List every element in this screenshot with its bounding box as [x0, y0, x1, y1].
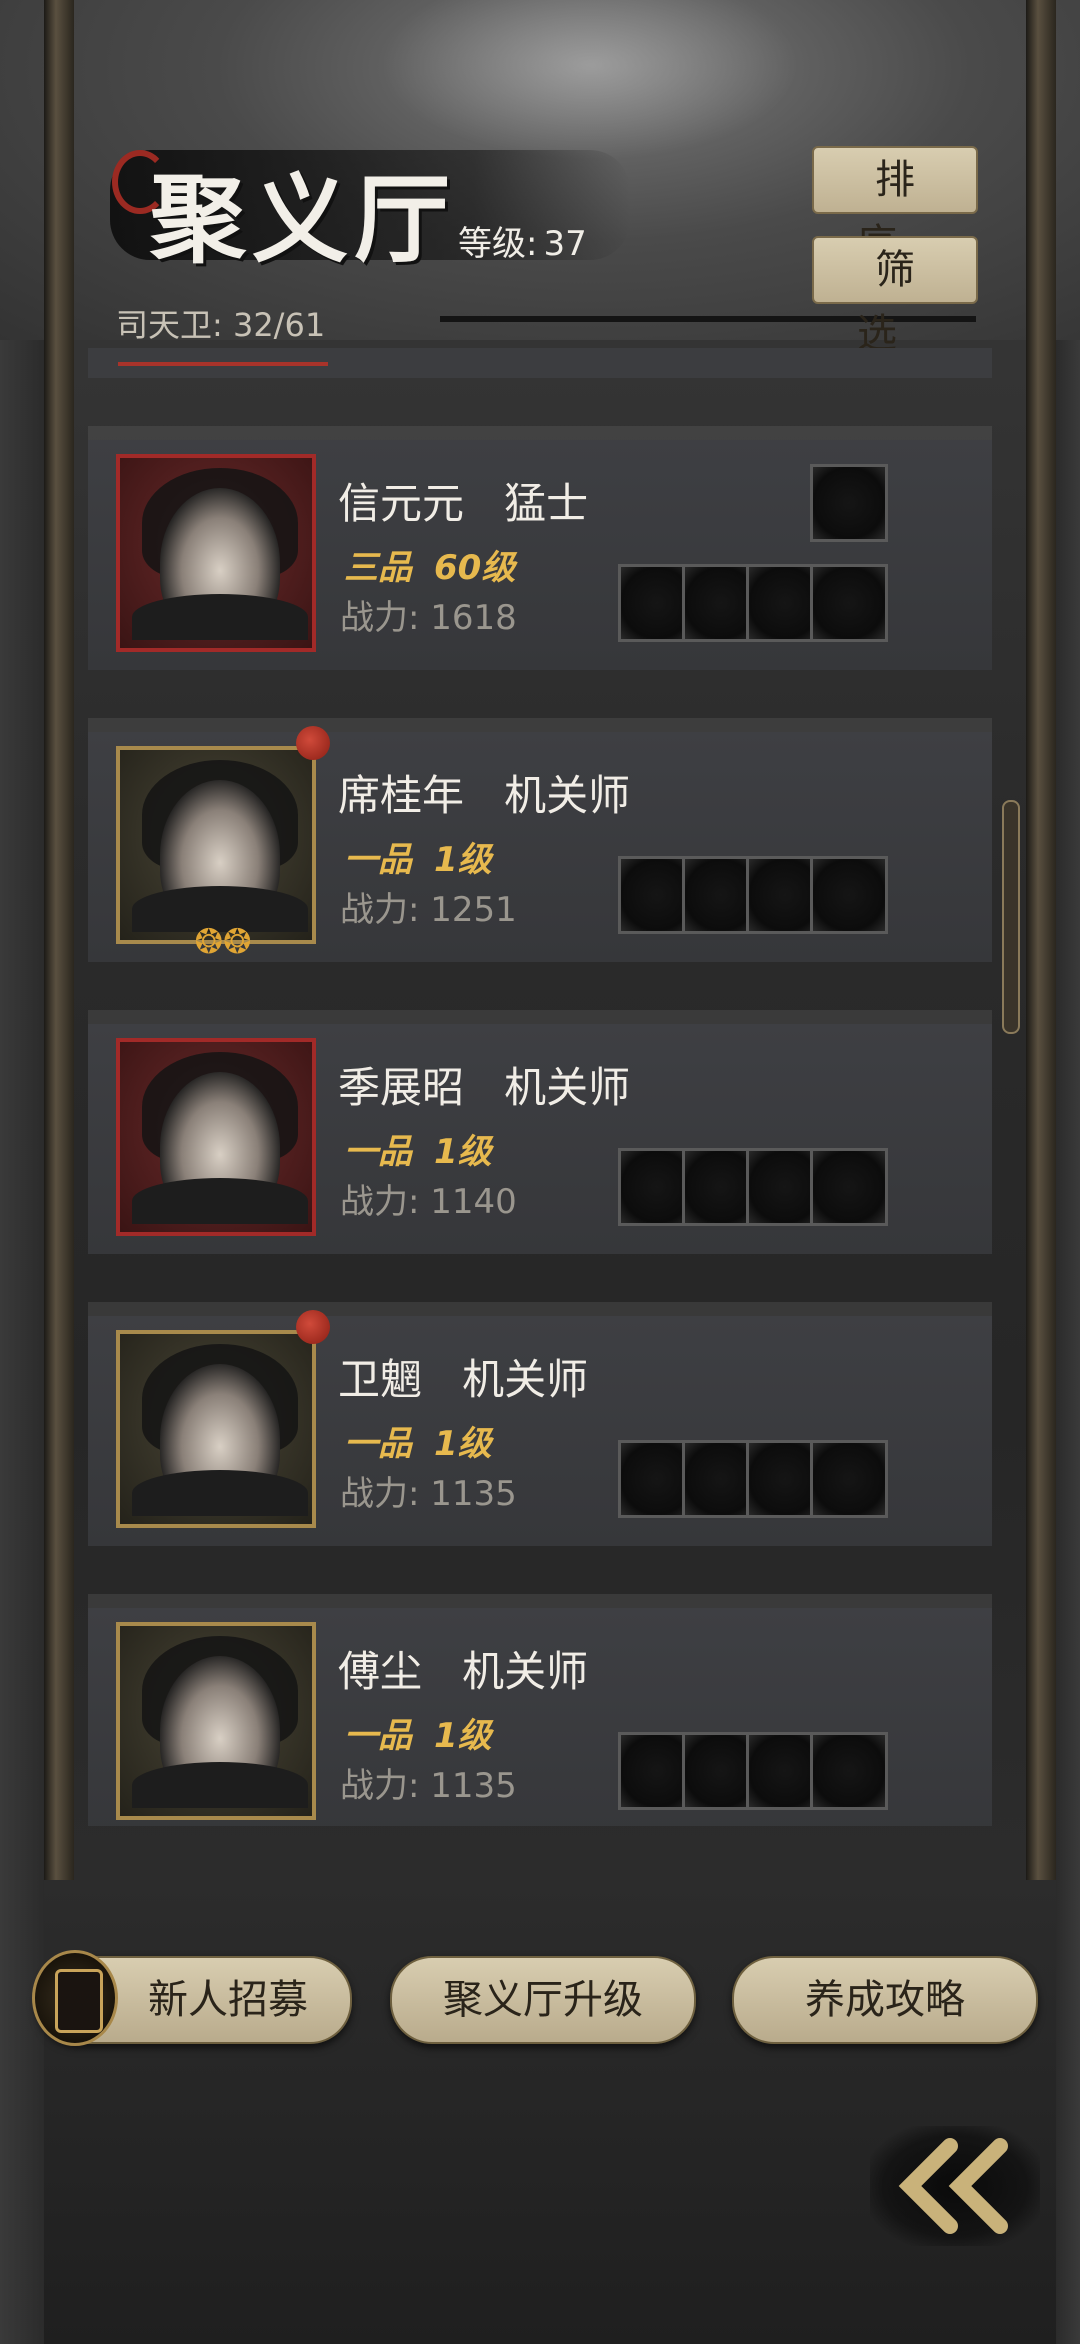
character-name: 季展昭 机关师: [338, 1054, 630, 1115]
hall-level: 等级: 37: [458, 216, 587, 265]
page-title: 聚义厅: [150, 163, 456, 276]
character-grade: 三品: [344, 548, 412, 588]
character-list[interactable]: 信元元 猛士 三品 60级 战力: 1618 席桂年 机关师 一品 1级 战力: 1251 ❂❂…: [88, 348, 992, 1826]
character-rank: 三品 60级: [344, 540, 515, 589]
character-power: 战力: 1135: [340, 1474, 517, 1514]
character-name-text: 卫魍: [338, 1355, 423, 1404]
character-name-text: 信元元: [338, 479, 465, 528]
character-rank: 一品 1级: [344, 832, 492, 881]
character-role: 机关师: [504, 1063, 631, 1112]
character-portrait[interactable]: [116, 1038, 316, 1236]
character-name: 卫魍 机关师: [338, 1346, 588, 1407]
character-grade: 一品: [344, 1716, 412, 1756]
character-power: 战力: 1135: [340, 1766, 517, 1806]
character-rank: 一品 1级: [344, 1708, 492, 1757]
character-role: 猛士: [504, 479, 589, 528]
guard-count: 司天卫: 32/61: [116, 306, 326, 344]
character-card[interactable]: 席桂年 机关师一品 1级战力: 1251 ❂❂: [88, 726, 992, 962]
equipment-slot[interactable]: [810, 564, 888, 642]
left-pillar: [44, 0, 74, 1880]
filter-button[interactable]: 筛选: [812, 236, 978, 357]
character-portrait[interactable]: [116, 1622, 316, 1820]
back-button[interactable]: [870, 2126, 1040, 2246]
character-portrait[interactable]: [116, 746, 316, 944]
character-role: 机关师: [504, 771, 631, 820]
character-level: 1级: [434, 1424, 492, 1464]
recruit-button-label: 新人招募: [148, 1977, 308, 2023]
guide-button[interactable]: 养成攻略: [732, 1956, 1038, 2044]
character-name-text: 季展昭: [338, 1063, 465, 1112]
notification-dot: [296, 726, 330, 760]
character-portrait[interactable]: [116, 454, 316, 652]
character-role: 机关师: [462, 1355, 589, 1404]
character-level: 1级: [434, 1716, 492, 1756]
character-grade: 一品: [344, 840, 412, 880]
equipment-slot[interactable]: [810, 464, 888, 542]
partial-card-frame: [118, 348, 328, 366]
character-card[interactable]: 季展昭 机关师一品 1级战力: 1140: [88, 1024, 992, 1254]
right-edge: [1056, 0, 1080, 2344]
character-name-text: 席桂年: [338, 771, 465, 820]
sort-button[interactable]: 排序: [812, 146, 978, 267]
character-level: 1级: [434, 840, 492, 880]
character-card[interactable]: 傅尘 机关师一品 1级战力: 1135: [88, 1608, 992, 1826]
character-role: 机关师: [462, 1647, 589, 1696]
hall-upgrade-button[interactable]: 聚义厅升级: [390, 1956, 696, 2044]
equipment-slot[interactable]: [810, 856, 888, 934]
character-name: 傅尘 机关师: [338, 1638, 588, 1699]
list-scrollbar[interactable]: [1002, 800, 1020, 1034]
right-pillar: [1026, 0, 1056, 1880]
notification-dot: [296, 1310, 330, 1344]
crane-painting: [380, 0, 800, 160]
double-chevron-left-icon: [898, 2138, 1008, 2234]
hall-level-value: 37: [543, 224, 587, 264]
equipment-slot[interactable]: [810, 1732, 888, 1810]
character-power: 战力: 1251: [340, 890, 517, 930]
character-name-text: 傅尘: [338, 1647, 423, 1696]
character-name: 信元元 猛士: [338, 470, 588, 531]
character-power: 战力: 1618: [340, 598, 517, 638]
character-card[interactable]: 卫魍 机关师一品 1级战力: 1135: [88, 1310, 992, 1546]
flame-badge-icon: ❂❂: [194, 922, 252, 962]
character-name: 席桂年 机关师: [338, 762, 630, 823]
character-grade: 一品: [344, 1424, 412, 1464]
equipment-slot[interactable]: [810, 1148, 888, 1226]
character-rank: 一品 1级: [344, 1416, 492, 1465]
header: 聚义厅 等级:37 司天卫: 32/61 排序 筛选: [0, 0, 1080, 357]
hall-level-label: 等级:: [458, 224, 538, 264]
character-level: 1级: [434, 1132, 492, 1172]
character-rank: 一品 1级: [344, 1124, 492, 1173]
character-power: 战力: 1140: [340, 1182, 517, 1222]
recruit-token-icon[interactable]: [32, 1950, 118, 2046]
character-grade: 一品: [344, 1132, 412, 1172]
character-portrait[interactable]: [116, 1330, 316, 1528]
character-level: 60级: [434, 548, 516, 588]
equipment-slot[interactable]: [810, 1440, 888, 1518]
character-card[interactable]: 信元元 猛士三品 60级战力: 1618: [88, 440, 992, 670]
